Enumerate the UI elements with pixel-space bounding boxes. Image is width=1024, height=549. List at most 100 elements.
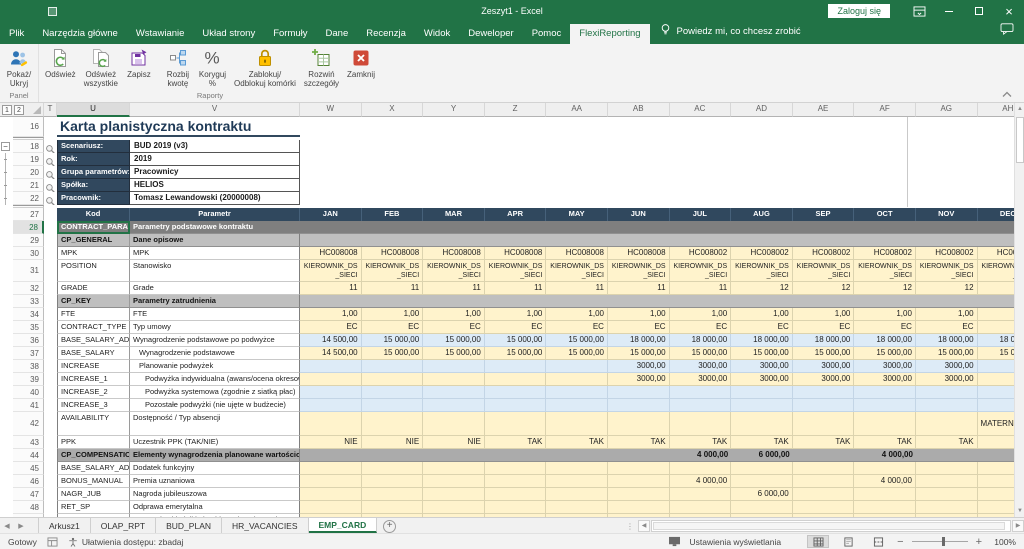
value-cell-33-aug[interactable] (731, 295, 793, 308)
share-comment-icon[interactable] (1000, 22, 1014, 44)
select-all-icon[interactable] (33, 106, 41, 114)
value-cell-32-aug[interactable]: 12 (731, 282, 793, 295)
column-header-x[interactable]: X (362, 103, 424, 117)
column-header-z[interactable]: Z (485, 103, 547, 117)
row-header-20[interactable]: 20 (13, 166, 44, 179)
column-header-ac[interactable]: AC (670, 103, 732, 117)
value-cell-30-apr[interactable]: HC008008 (485, 247, 547, 260)
value-cell-45-aug[interactable] (731, 462, 793, 475)
value-cell-44-sep[interactable] (793, 449, 855, 462)
value-cell-31-nov[interactable]: KIEROWNIK_DS_SIECI (916, 260, 978, 282)
sheet-nav-right-icon[interactable]: ▶ (14, 518, 28, 533)
lock-cells-button[interactable]: Zablokuj/Odblokuj komórki (230, 46, 300, 89)
param-cell[interactable]: Wynagrodzenie podstawowe (130, 347, 300, 360)
param-cell[interactable]: Dodatek funkcyjny (130, 462, 300, 475)
row-header-33[interactable]: 33 (13, 295, 44, 308)
value-cell-47-jan[interactable] (300, 488, 362, 501)
refresh-all-button[interactable]: Odświeżwszystkie (80, 46, 122, 89)
value-cell-41-oct[interactable] (854, 399, 916, 412)
value-cell-47-feb[interactable] (362, 488, 424, 501)
zoom-in-icon[interactable]: + (976, 537, 982, 547)
value-cell-48-sep[interactable] (793, 501, 855, 514)
kod-cell[interactable]: CONTRACT_PARAMS (57, 221, 130, 234)
value-cell-34-mar[interactable]: 1,00 (423, 308, 485, 321)
sheet-nav-left-icon[interactable]: ◀ (0, 518, 14, 533)
value-cell-31-may[interactable]: KIEROWNIK_DS_SIECI (546, 260, 608, 282)
value-cell-37-may[interactable]: 15 000,00 (546, 347, 608, 360)
row-header-16[interactable]: 16 (13, 117, 44, 137)
value-cell-36-may[interactable]: 15 000,00 (546, 334, 608, 347)
value-cell-36-sep[interactable]: 18 000,00 (793, 334, 855, 347)
scroll-up-icon[interactable]: ▲ (1015, 103, 1024, 115)
value-cell-32-oct[interactable]: 12 (854, 282, 916, 295)
kod-cell[interactable]: CONTRACT_TYPE (57, 321, 130, 334)
param-cell[interactable]: Typ umowy (130, 321, 300, 334)
value-cell-30-jun[interactable]: HC008008 (608, 247, 670, 260)
row-header-48[interactable]: 48 (13, 501, 44, 514)
value-cell-47-may[interactable] (546, 488, 608, 501)
ribbon-tab-pomoc[interactable]: Pomoc (523, 24, 571, 44)
value-cell-32-dec[interactable]: 12 (978, 282, 1014, 295)
magnifier-icon[interactable] (45, 181, 56, 192)
value-cell-38-oct[interactable]: 3000,00 (854, 360, 916, 373)
kod-cell[interactable]: BONUS_MANUAL (57, 475, 130, 488)
value-cell-44-jan[interactable] (300, 449, 362, 462)
value-cell-40-oct[interactable] (854, 386, 916, 399)
value-cell-39-jul[interactable]: 3000,00 (670, 373, 732, 386)
vertical-scroll-thumb[interactable] (1016, 117, 1024, 163)
outline-level-1-button[interactable]: 1 (2, 105, 12, 115)
save-button[interactable]: Zapisz (122, 46, 156, 80)
value-cell-31-jan[interactable]: KIEROWNIK_DS_SIECI (300, 260, 362, 282)
value-cell-31-feb[interactable]: KIEROWNIK_DS_SIECI (362, 260, 424, 282)
macro-record-icon[interactable] (47, 537, 58, 547)
value-cell-46-sep[interactable] (793, 475, 855, 488)
value-cell-42-oct[interactable] (854, 412, 916, 436)
value-cell-43-jun[interactable]: TAK (608, 436, 670, 449)
value-cell-43-apr[interactable]: TAK (485, 436, 547, 449)
value-cell-45-feb[interactable] (362, 462, 424, 475)
sheet-tab-emp-card[interactable]: EMP_CARD (309, 518, 378, 533)
param-cell[interactable]: Uczestnik PPK (TAK/NIE) (130, 436, 300, 449)
row-header-35[interactable]: 35 (13, 321, 44, 334)
value-cell-37-oct[interactable]: 15 000,00 (854, 347, 916, 360)
value-cell-46-feb[interactable] (362, 475, 424, 488)
horizontal-scroll-thumb[interactable] (653, 522, 1005, 530)
view-normal-button[interactable] (807, 535, 829, 548)
param-value[interactable]: Pracownicy (130, 166, 300, 179)
value-cell-31-aug[interactable]: KIEROWNIK_DS_SIECI (731, 260, 793, 282)
value-cell-46-jul[interactable]: 4 000,00 (670, 475, 732, 488)
value-cell-38-jul[interactable]: 3000,00 (670, 360, 732, 373)
value-cell-41-apr[interactable] (485, 399, 547, 412)
value-cell-34-dec[interactable]: 1,00 (978, 308, 1014, 321)
value-cell-40-aug[interactable] (731, 386, 793, 399)
value-cell-48-apr[interactable] (485, 501, 547, 514)
value-cell-36-apr[interactable]: 15 000,00 (485, 334, 547, 347)
param-value[interactable]: HELIOS (130, 179, 300, 192)
value-cell-48-jan[interactable] (300, 501, 362, 514)
value-cell-38-nov[interactable]: 3000,00 (916, 360, 978, 373)
value-cell-35-may[interactable]: EC (546, 321, 608, 334)
value-cell-31-apr[interactable]: KIEROWNIK_DS_SIECI (485, 260, 547, 282)
quick-access-toolbar[interactable] (48, 7, 57, 16)
value-cell-48-aug[interactable] (731, 501, 793, 514)
value-cell-38-may[interactable] (546, 360, 608, 373)
column-header-ag[interactable]: AG (916, 103, 978, 117)
value-cell-31-sep[interactable]: KIEROWNIK_DS_SIECI (793, 260, 855, 282)
param-cell[interactable]: MPK (130, 247, 300, 260)
value-cell-32-sep[interactable]: 12 (793, 282, 855, 295)
column-header-ae[interactable]: AE (793, 103, 855, 117)
kod-cell[interactable]: INCREASE (57, 360, 130, 373)
param-cell[interactable]: Dostępność / Typ absencji (130, 412, 300, 436)
value-cell-28-sep[interactable] (793, 221, 855, 234)
value-cell-37-sep[interactable]: 15 000,00 (793, 347, 855, 360)
param-value[interactable]: 2019 (130, 153, 300, 166)
value-cell-41-aug[interactable] (731, 399, 793, 412)
value-cell-43-nov[interactable]: TAK (916, 436, 978, 449)
value-cell-39-mar[interactable] (423, 373, 485, 386)
value-cell-34-jan[interactable]: 1,00 (300, 308, 362, 321)
value-cell-35-apr[interactable]: EC (485, 321, 547, 334)
value-cell-45-oct[interactable] (854, 462, 916, 475)
param-cell[interactable]: Nagroda jubileuszowa (130, 488, 300, 501)
value-cell-48-oct[interactable] (854, 501, 916, 514)
outline-level-2-button[interactable]: 2 (14, 105, 24, 115)
